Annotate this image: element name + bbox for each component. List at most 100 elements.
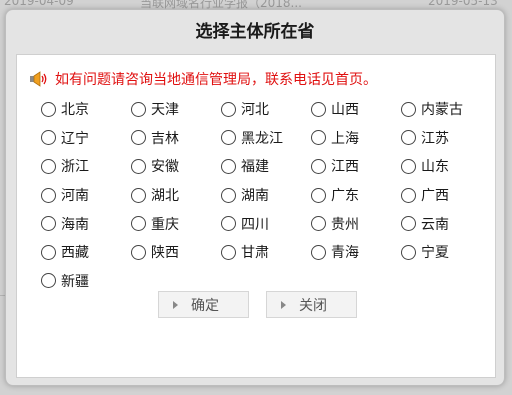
radio-button[interactable] [131,130,146,146]
province-label: 陕西 [151,245,179,262]
province-label: 天津 [151,102,179,119]
radio-button[interactable] [221,130,236,146]
radio-button[interactable] [311,158,326,174]
province-label: 山东 [421,159,449,176]
province-label: 北京 [61,102,89,119]
radio-button[interactable] [401,130,416,146]
radio-button[interactable] [41,101,56,117]
radio-button[interactable] [311,130,326,146]
dialog-title: 选择主体所在省 [195,22,315,42]
background-date-right: 2019-05-13 [428,0,498,8]
radio-button[interactable] [401,216,416,232]
province-option[interactable]: 北京 [41,99,131,119]
province-option[interactable]: 四川 [221,214,311,234]
province-label: 重庆 [151,216,179,233]
province-list: 北京 天津 河北 山西 内蒙古辽宁 吉林 黑龙江 上海 江苏浙江 安徽 福建 江西 山东河南 湖北 湖南 广东… [41,95,491,295]
province-option[interactable]: 上海 [311,128,401,148]
province-label: 贵州 [331,216,359,233]
radio-button[interactable] [131,244,146,260]
dialog-body: 如有问题请咨询当地通信管理局，联系电话见首页。 北京 天津 河北 山西 内蒙古 辽宁 吉林 黑… [16,54,496,378]
province-row: 浙江 安徽 福建 江西 山东 [41,152,491,181]
radio-button[interactable] [221,244,236,260]
close-button[interactable]: 关闭 [266,291,357,318]
radio-button[interactable] [401,158,416,174]
radio-button[interactable] [221,158,236,174]
province-option[interactable]: 山东 [401,156,491,176]
radio-button[interactable] [311,187,326,203]
province-label: 甘肃 [241,245,269,262]
province-label: 青海 [331,245,359,262]
province-label: 海南 [61,216,89,233]
province-option[interactable]: 安徽 [131,156,221,176]
province-option[interactable]: 黑龙江 [221,128,311,148]
radio-button[interactable] [131,187,146,203]
province-option[interactable]: 江西 [311,156,401,176]
province-option[interactable]: 河南 [41,185,131,205]
radio-button[interactable] [41,273,56,289]
arrow-right-icon [281,300,286,309]
province-option[interactable]: 浙江 [41,156,131,176]
radio-button[interactable] [221,187,236,203]
radio-button[interactable] [131,216,146,232]
province-option[interactable]: 内蒙古 [401,99,491,119]
province-row: 海南 重庆 四川 贵州 云南 [41,209,491,238]
radio-button[interactable] [311,101,326,117]
province-label: 西藏 [61,245,89,262]
radio-button[interactable] [221,101,236,117]
radio-button[interactable] [41,158,56,174]
province-option[interactable]: 湖南 [221,185,311,205]
background-date-left: 2019-04-09 [4,0,74,8]
province-option[interactable]: 甘肃 [221,242,311,262]
province-label: 江西 [331,159,359,176]
province-option[interactable]: 吉林 [131,128,221,148]
close-button-label: 关闭 [299,297,327,314]
radio-button[interactable] [401,244,416,260]
province-option[interactable]: 天津 [131,99,221,119]
province-label: 广西 [421,188,449,205]
province-option[interactable]: 新疆 [41,271,133,291]
province-label: 广东 [331,188,359,205]
province-option[interactable]: 青海 [311,242,401,262]
radio-button[interactable] [401,101,416,117]
confirm-button[interactable]: 确定 [158,291,249,318]
province-option[interactable]: 湖北 [131,185,221,205]
province-option[interactable]: 辽宁 [41,128,131,148]
province-option[interactable]: 山西 [311,99,401,119]
radio-button[interactable] [41,244,56,260]
radio-button[interactable] [131,101,146,117]
province-option[interactable]: 云南 [401,214,491,234]
radio-button[interactable] [311,244,326,260]
province-label: 河南 [61,188,89,205]
radio-button[interactable] [221,216,236,232]
province-label: 湖南 [241,188,269,205]
province-label: 黑龙江 [241,130,283,147]
radio-button[interactable] [311,216,326,232]
province-option[interactable]: 河北 [221,99,311,119]
province-option[interactable]: 宁夏 [401,242,491,262]
radio-button[interactable] [41,130,56,146]
province-label: 河北 [241,102,269,119]
province-option[interactable]: 西藏 [41,242,131,262]
province-option[interactable]: 福建 [221,156,311,176]
province-option[interactable]: 江苏 [401,128,491,148]
radio-button[interactable] [401,187,416,203]
province-option[interactable]: 陕西 [131,242,221,262]
province-row: 北京 天津 河北 山西 内蒙古 [41,95,491,124]
radio-button[interactable] [131,158,146,174]
province-option[interactable]: 重庆 [131,214,221,234]
province-label: 山西 [331,102,359,119]
province-label: 内蒙古 [421,102,463,119]
province-option[interactable]: 广东 [311,185,401,205]
province-label: 吉林 [151,130,179,147]
province-option[interactable]: 海南 [41,214,131,234]
radio-button[interactable] [41,187,56,203]
province-label: 四川 [241,216,269,233]
province-row: 辽宁 吉林 黑龙江 上海 江苏 [41,124,491,153]
radio-button[interactable] [41,216,56,232]
province-option[interactable]: 广西 [401,185,491,205]
province-label: 云南 [421,216,449,233]
province-option[interactable]: 贵州 [311,214,401,234]
province-label: 辽宁 [61,130,89,147]
province-label: 江苏 [421,130,449,147]
province-label: 上海 [331,130,359,147]
